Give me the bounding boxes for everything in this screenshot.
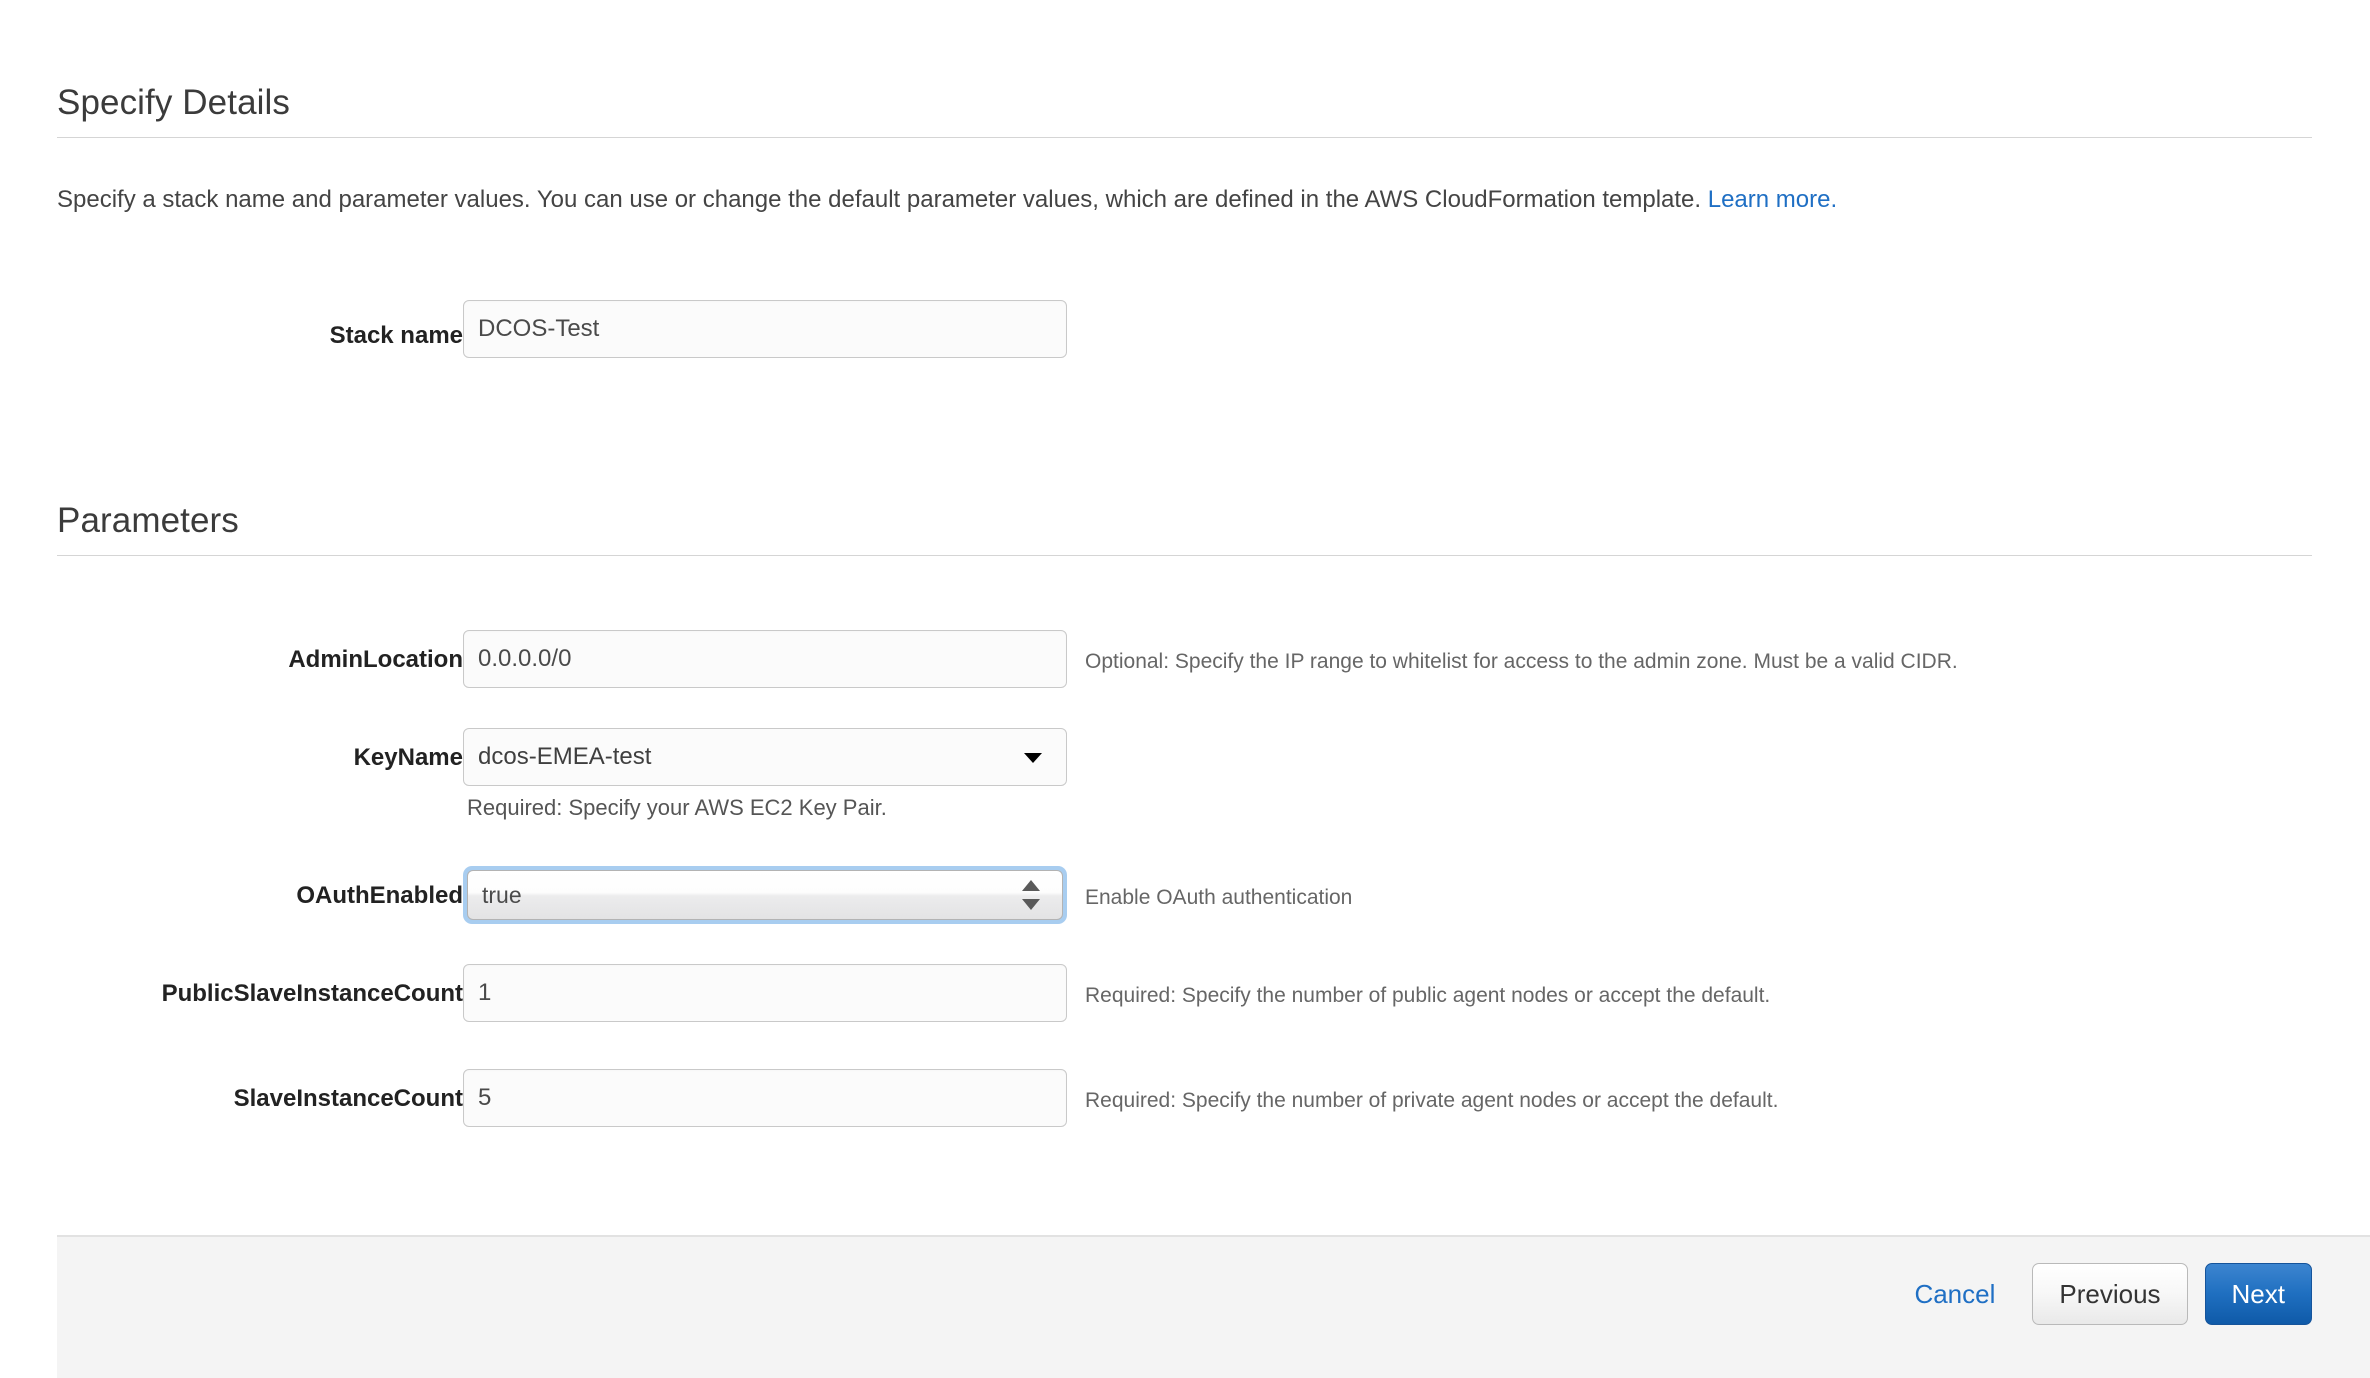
slaveinstancecount-label: SlaveInstanceCount	[233, 1085, 463, 1112]
parameters-title: Parameters	[57, 501, 239, 540]
oauthenabled-help-text: Enable OAuth authentication	[1085, 886, 1353, 909]
slaveinstancecount-input[interactable]	[463, 1069, 1067, 1127]
publicslaveinstancecount-help-text: Required: Specify the number of public a…	[1085, 984, 1771, 1007]
cancel-button[interactable]: Cancel	[1914, 1263, 1995, 1325]
publicslaveinstancecount-field-wrap	[463, 964, 1067, 1022]
intro-text-body: Specify a stack name and parameter value…	[57, 186, 1708, 213]
stack-name-field-wrap	[463, 300, 1067, 358]
adminlocation-label: AdminLocation	[288, 646, 463, 673]
oauthenabled-select[interactable]: true	[467, 870, 1063, 920]
section-divider	[57, 555, 2312, 556]
slaveinstancecount-help-text: Required: Specify the number of private …	[1085, 1089, 1779, 1112]
page-title: Specify Details	[57, 83, 290, 122]
chevron-down-icon	[1022, 899, 1040, 910]
adminlocation-help-text: Optional: Specify the IP range to whitel…	[1085, 650, 1958, 673]
oauthenabled-focus-ring: true	[463, 866, 1067, 924]
stepper-arrows-icon	[1022, 880, 1040, 910]
publicslaveinstancecount-label: PublicSlaveInstanceCount	[161, 980, 463, 1007]
keyname-selected-value: dcos-EMEA-test	[478, 743, 652, 770]
chevron-up-icon	[1022, 880, 1040, 891]
learn-more-link[interactable]: Learn more.	[1708, 186, 1837, 213]
parameters-section-header: Parameters	[57, 500, 2312, 556]
adminlocation-field-wrap	[463, 630, 1067, 688]
stack-name-input[interactable]	[463, 300, 1067, 358]
chevron-down-icon	[1024, 753, 1042, 763]
keyname-field-wrap: dcos-EMEA-test	[463, 728, 1067, 786]
keyname-dropdown[interactable]: dcos-EMEA-test	[463, 728, 1067, 786]
next-button[interactable]: Next	[2204, 1263, 2312, 1325]
previous-button[interactable]: Previous	[2032, 1263, 2188, 1325]
keyname-help-text: Required: Specify your AWS EC2 Key Pair.	[467, 795, 887, 820]
intro-text: Specify a stack name and parameter value…	[57, 185, 1837, 215]
keyname-label: KeyName	[353, 744, 463, 771]
section-divider	[57, 137, 2312, 138]
adminlocation-input[interactable]	[463, 630, 1067, 688]
footer-actions: Cancel Previous Next	[1914, 1263, 2312, 1325]
specify-details-section-header: Specify Details	[57, 82, 2312, 138]
footer-bar: Cancel Previous Next	[57, 1235, 2370, 1378]
slaveinstancecount-field-wrap	[463, 1069, 1067, 1127]
stack-name-label: Stack name	[329, 322, 463, 349]
oauthenabled-label: OAuthEnabled	[296, 882, 463, 909]
publicslaveinstancecount-input[interactable]	[463, 964, 1067, 1022]
specify-details-page: Specify Details Specify a stack name and…	[0, 0, 2370, 1378]
oauthenabled-field-wrap: true	[463, 866, 1067, 924]
oauthenabled-selected-value: true	[482, 882, 522, 908]
